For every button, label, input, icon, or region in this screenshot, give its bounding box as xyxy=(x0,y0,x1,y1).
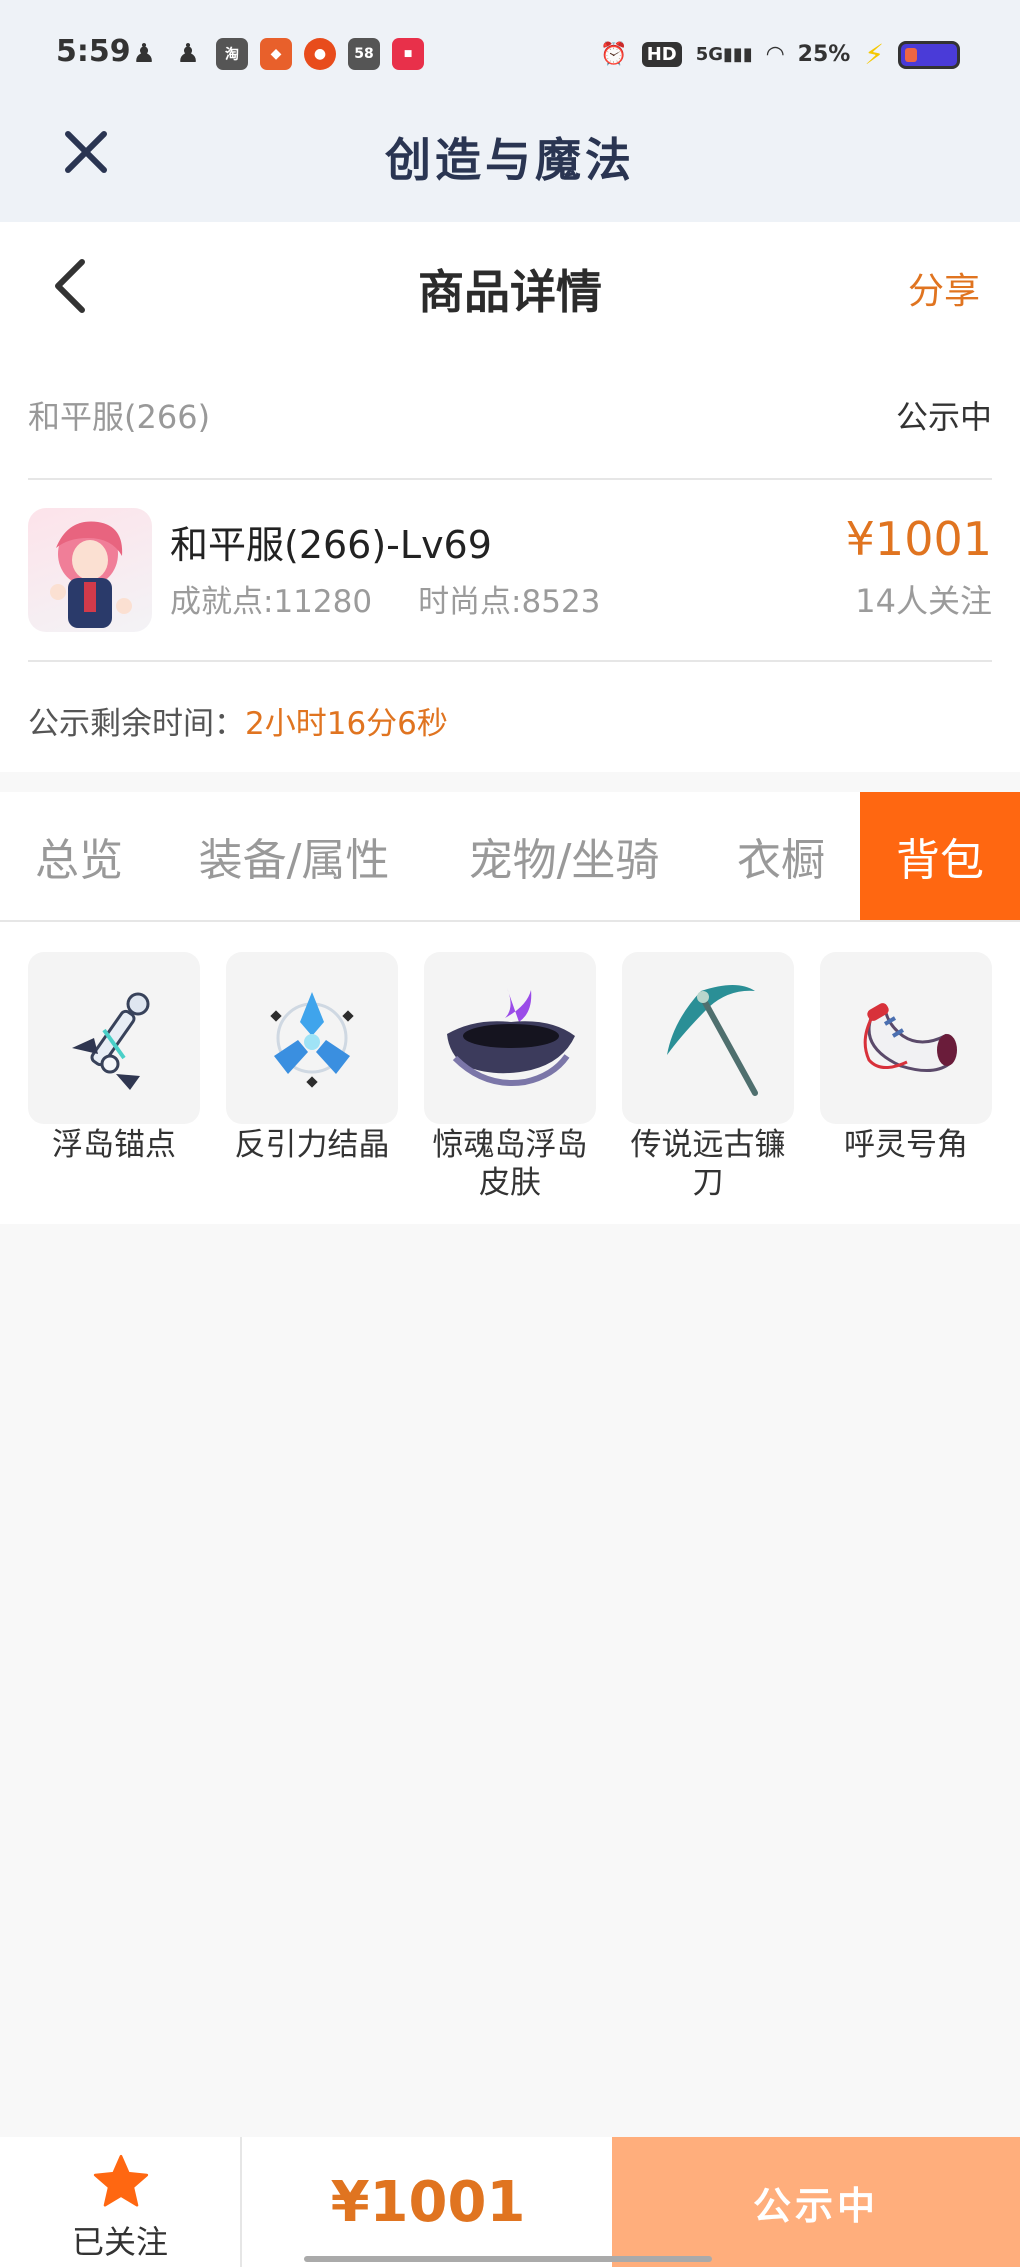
signal-icon: 5G▮▮▮ xyxy=(695,44,753,65)
countdown: 公示剩余时间：2小时16分6秒 xyxy=(28,698,448,743)
watcher-count: 14人关注 xyxy=(855,582,992,620)
list-item[interactable]: 反引力结晶 xyxy=(226,952,398,1164)
qq-icon-2: ♟ xyxy=(176,39,200,69)
achievement-points: 成就点:11280 xyxy=(170,584,373,620)
item-thumbnail xyxy=(28,952,200,1124)
tab-backpack[interactable]: 背包 xyxy=(860,792,1020,920)
item-name: 惊魂岛浮岛皮肤 xyxy=(432,1127,588,1201)
xiaohongshu-icon: ■ xyxy=(392,38,424,70)
game-app-icon: ◆ xyxy=(260,38,292,70)
battery-icon xyxy=(898,40,960,69)
status-bar: 5:59 ♟ ♟ 淘 ◆ ● 58 ■ ⏰ HD 5G▮▮▮ ◠ 25% ⚡ xyxy=(0,0,1020,110)
tab-overview[interactable]: 总览 xyxy=(0,792,158,920)
character-avatar xyxy=(28,508,152,632)
item-thumbnail xyxy=(226,952,398,1124)
list-item[interactable]: 传说远古镰刀 xyxy=(622,952,794,1202)
page-title: 商品详情 xyxy=(418,265,602,319)
item-name: 反引力结晶 xyxy=(234,1127,390,1163)
status-button[interactable]: 公示中 xyxy=(612,2137,1020,2267)
follow-label: 已关注 xyxy=(71,2223,168,2261)
robot-app-icon: ● xyxy=(304,38,336,70)
tab-pets[interactable]: 宠物/坐骑 xyxy=(448,792,680,920)
listing-price: ¥1001 xyxy=(845,512,992,566)
home-indicator[interactable] xyxy=(304,2256,712,2262)
alarm-icon: ⏰ xyxy=(600,42,628,67)
app-title: 创造与魔法 xyxy=(385,133,635,187)
follow-button[interactable]: 已关注 xyxy=(0,2137,242,2267)
character-stats: 成就点:11280 时尚点:8523 xyxy=(170,576,600,621)
notification-icons: ♟ ♟ 淘 ◆ ● 58 ■ xyxy=(128,38,424,70)
island-icon xyxy=(447,988,575,1086)
top-area: 5:59 ♟ ♟ 淘 ◆ ● 58 ■ ⏰ HD 5G▮▮▮ ◠ 25% ⚡ 创… xyxy=(0,0,1020,222)
fashion-points: 时尚点:8523 xyxy=(418,584,601,620)
character-name: 和平服(266)-Lv69 xyxy=(170,523,492,567)
bottom-price: ¥1001 xyxy=(330,2169,526,2235)
server-name: 和平服(266) xyxy=(28,398,211,436)
item-name: 浮岛锚点 xyxy=(52,1127,176,1163)
charging-icon: ⚡ xyxy=(864,38,884,71)
character-row[interactable]: 和平服(266)-Lv69 成就点:11280 时尚点:8523 ¥1001 1… xyxy=(28,482,992,662)
item-name: 呼灵号角 xyxy=(844,1127,968,1163)
wifi-icon: ◠ xyxy=(766,42,784,67)
hd-badge: HD xyxy=(641,42,682,67)
status-time: 5:59 xyxy=(56,34,131,69)
tab-wardrobe[interactable]: 衣橱 xyxy=(714,792,848,920)
item-thumbnail xyxy=(820,952,992,1124)
qq-icon: ♟ xyxy=(132,39,156,69)
anchor-icon xyxy=(72,992,150,1090)
item-thumbnail xyxy=(424,952,596,1124)
countdown-value: 2小时16分6秒 xyxy=(245,706,448,742)
battery-percent: 25% xyxy=(797,42,851,67)
list-item[interactable]: 呼灵号角 xyxy=(820,952,992,1164)
server-row: 和平服(266) 公示中 xyxy=(28,352,992,480)
scythe-icon xyxy=(667,985,758,1096)
countdown-label: 公示剩余时间： xyxy=(28,706,245,742)
horn-icon xyxy=(863,1003,957,1072)
tab-bar: 总览 装备/属性 宠物/坐骑 衣橱 背包 xyxy=(0,792,1020,922)
star-icon xyxy=(93,2154,149,2207)
58-app-icon: 58 xyxy=(348,38,380,70)
app-header: 创造与魔法 xyxy=(0,110,1020,222)
backpack-items: 浮岛锚点 反引力结晶 惊魂岛浮岛皮肤 传说远古镰刀 呼灵号角 xyxy=(0,922,1020,1224)
share-button[interactable]: 分享 xyxy=(908,262,980,314)
tab-equipment[interactable]: 装备/属性 xyxy=(178,792,410,920)
list-item[interactable]: 惊魂岛浮岛皮肤 xyxy=(424,952,596,1202)
listing-info: 和平服(266) 公示中 和平服(266)-Lv69 成就点:11280 时尚点… xyxy=(0,352,1020,772)
crystal-icon xyxy=(270,992,354,1088)
listing-status: 公示中 xyxy=(895,398,992,436)
item-name: 传说远古镰刀 xyxy=(630,1127,786,1201)
taobao-icon: 淘 xyxy=(216,38,248,70)
page-header: 商品详情 分享 xyxy=(0,222,1020,352)
system-icons: ⏰ HD 5G▮▮▮ ◠ 25% ⚡ xyxy=(600,38,960,71)
item-thumbnail xyxy=(622,952,794,1124)
bottom-bar: 已关注 ¥1001 公示中 xyxy=(0,2137,1020,2267)
list-item[interactable]: 浮岛锚点 xyxy=(28,952,200,1164)
